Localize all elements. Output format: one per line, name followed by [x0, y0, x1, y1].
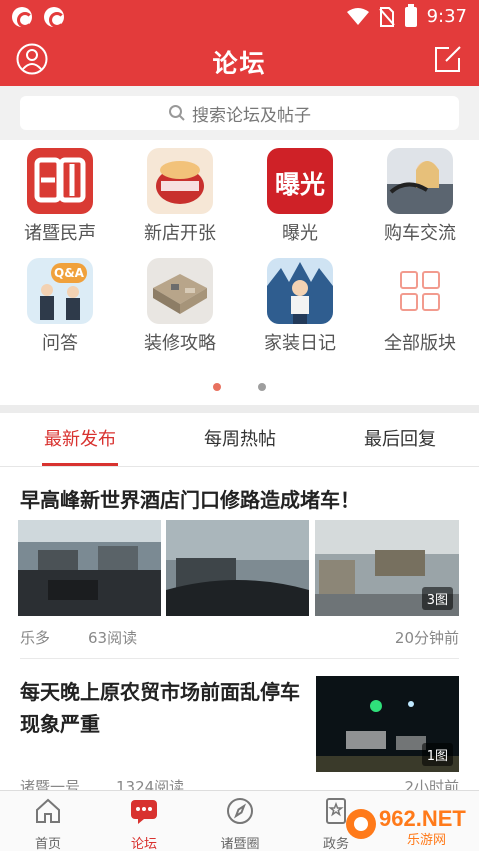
post-read-count: 63阅读 — [88, 629, 138, 647]
search-placeholder: 搜索论坛及帖子 — [192, 105, 311, 126]
page-indicator — [0, 376, 479, 395]
home-diary-icon — [267, 258, 333, 324]
compose-icon[interactable] — [433, 44, 463, 74]
nav-forum[interactable]: 论坛 — [96, 797, 192, 851]
compass-icon — [227, 798, 253, 824]
category-label: 问答 — [42, 333, 78, 354]
post-title[interactable]: 每天晚上原农贸市场前面乱停车现象严重 — [20, 676, 300, 740]
image-count-badge: 3图 — [421, 587, 453, 610]
post-image[interactable] — [166, 520, 309, 616]
category-grid: 诸暨民声 新店开张 曝光 曝光 购车交流 Q&A 问答 装修攻略 家装日记 全部… — [0, 140, 479, 368]
image-count-badge: 1图 — [421, 743, 453, 766]
section-divider — [0, 405, 479, 413]
search-icon — [169, 105, 185, 121]
search-input[interactable]: 搜索论坛及帖子 — [20, 96, 459, 130]
category-label: 装修攻略 — [144, 333, 216, 354]
nav-label: 论坛 — [130, 837, 157, 851]
qa-icon: Q&A — [27, 258, 93, 324]
category-label: 新店开张 — [144, 223, 216, 244]
search-bar-area: 搜索论坛及帖子 — [0, 86, 479, 140]
tab-latest[interactable]: 最新发布 — [0, 413, 160, 467]
category-new-shop[interactable]: 新店开张 — [120, 140, 240, 250]
category-label: 诸暨民声 — [24, 223, 96, 244]
post-separator — [20, 658, 459, 659]
tab-last-reply[interactable]: 最后回复 — [320, 413, 479, 467]
car-exchange-icon — [387, 148, 453, 214]
nav-label: 首页 — [34, 837, 61, 851]
wifi-icon — [346, 7, 369, 25]
tab-weekly-hot[interactable]: 每周热帖 — [160, 413, 320, 467]
category-qa[interactable]: Q&A 问答 — [0, 250, 120, 360]
page-dot[interactable] — [258, 383, 267, 391]
nav-home[interactable]: 首页 — [0, 797, 96, 851]
new-shop-icon — [147, 148, 213, 214]
exposure-icon-text: 曝光 — [274, 170, 325, 199]
notification-app-icon — [12, 7, 33, 28]
zhuji-minsheng-icon — [27, 148, 93, 214]
page-title: 论坛 — [212, 49, 267, 78]
post-author[interactable]: 乐多 — [20, 627, 50, 648]
exposure-icon: 曝光 — [267, 148, 333, 214]
watermark-logo: 962.NET 乐游网 — [343, 800, 473, 848]
category-label: 曝光 — [282, 223, 318, 244]
post-image[interactable]: 3图 — [315, 520, 459, 616]
notification-app-icon — [44, 7, 65, 28]
category-home-diary[interactable]: 家装日记 — [240, 250, 360, 360]
watermark-text: 962.NET — [379, 806, 466, 831]
no-sim-icon — [378, 6, 395, 27]
home-icon — [36, 798, 60, 823]
status-bar: 9:37 — [0, 0, 479, 34]
category-label: 购车交流 — [384, 223, 456, 244]
category-decoration[interactable]: 装修攻略 — [120, 250, 240, 360]
battery-icon — [404, 3, 417, 27]
page-dot-active[interactable] — [212, 383, 221, 391]
app-header: 论坛 — [0, 34, 479, 86]
post-title[interactable]: 早高峰新世界酒店门口修路造成堵车！ — [20, 484, 360, 513]
forum-icon — [131, 800, 157, 824]
category-zhuji-minsheng[interactable]: 诸暨民声 — [0, 140, 120, 250]
post-image[interactable]: 1图 — [316, 676, 459, 772]
post-time: 20分钟前 — [394, 629, 459, 647]
all-sections-icon — [387, 258, 453, 324]
feed-tabs: 最新发布 每周热帖 最后回复 — [0, 413, 479, 467]
decoration-icon — [147, 258, 213, 324]
category-label: 全部版块 — [384, 333, 456, 354]
post-image[interactable] — [18, 520, 161, 616]
category-label: 家装日记 — [264, 333, 336, 354]
category-exposure[interactable]: 曝光 曝光 — [240, 140, 360, 250]
active-tab-indicator — [42, 463, 118, 466]
watermark-subtext: 乐游网 — [407, 833, 446, 848]
qa-bubble: Q&A — [51, 263, 87, 283]
category-car-exchange[interactable]: 购车交流 — [360, 140, 479, 250]
nav-zhuji-circle[interactable]: 诸暨圈 — [192, 797, 288, 851]
category-all-sections[interactable]: 全部版块 — [360, 250, 479, 360]
clock: 9:37 — [426, 6, 467, 27]
nav-label: 诸暨圈 — [220, 837, 260, 851]
